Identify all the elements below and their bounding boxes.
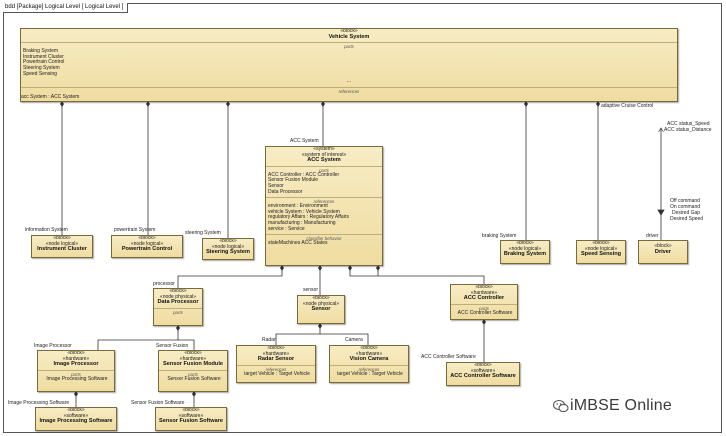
img-software-role: Image Processing Software xyxy=(8,400,70,406)
vehicle-part: Speed Sensing xyxy=(23,70,57,77)
vehicle-system-references-title: references xyxy=(338,88,360,94)
steering-system-block[interactable]: «block» «node logical» Steering System xyxy=(202,238,254,260)
acc-controller-part: ACC Controller Software xyxy=(457,309,513,316)
camera-name: Vision Camera xyxy=(349,356,389,363)
acc-system-part: Data Processor xyxy=(268,188,303,195)
image-processing-software-block[interactable]: «block» «software» Image Processing Soft… xyxy=(35,407,117,431)
vehicle-system-ellipsis: ... xyxy=(346,78,352,85)
link-radar xyxy=(275,324,321,345)
sensor-fusion-role: Sensor Fusion xyxy=(156,343,189,349)
wechat-icon xyxy=(553,399,569,413)
powertrain-control-block[interactable]: «block» «node logical» Powertrain Contro… xyxy=(111,235,183,258)
braking-role: braking System xyxy=(482,233,517,239)
adaptive-cruise-control-label: adaptive Cruise Control xyxy=(601,103,654,109)
acc-software-name: ACC Controller Software xyxy=(450,373,516,380)
acc-system-role: ACC System xyxy=(290,138,319,144)
data-processor-name: Data Processor xyxy=(157,299,199,306)
radar-name: Radar Sensor xyxy=(257,356,295,363)
diagram-canvas: bdd [Package] Logical Level [ Logical Le… xyxy=(0,0,726,436)
instrument-cluster-block[interactable]: «block» «node logical» Instrument Cluste… xyxy=(31,235,93,258)
vision-camera-block[interactable]: «block» «hardware» Vision Camera referen… xyxy=(329,345,409,383)
acc-system-ref: service : Service xyxy=(268,225,305,232)
braking-system-block[interactable]: «block» «node logical» Braking System xyxy=(500,240,550,264)
image-processor-name: Image Processor xyxy=(53,361,99,368)
acc-system-role-label: acc System : ACC System xyxy=(21,94,80,100)
flow-driver-down-arrow xyxy=(657,209,665,216)
radar-ref: target Vehicle : Target Vehicle xyxy=(244,370,310,377)
acc-system-block[interactable]: «system» «system of interest» ACC System… xyxy=(265,146,383,266)
acc-controller-block[interactable]: «block» «hardware» ACC Controller parts … xyxy=(450,284,518,320)
link-data-processor xyxy=(177,266,283,288)
acc-system-name: ACC System xyxy=(307,157,341,164)
flow-label: Desired Speed xyxy=(670,216,704,222)
instrument-cluster-name: Instrument Cluster xyxy=(37,246,87,253)
watermark-text: iMBSE Online xyxy=(570,397,672,414)
radar-sensor-block[interactable]: «block» «hardware» Radar Sensor referenc… xyxy=(236,345,316,383)
steering-name: Steering System xyxy=(206,249,250,256)
speed-sensing-name: Speed Sensing xyxy=(580,251,622,258)
acc-software-role: ACC Controller Software xyxy=(421,354,476,360)
fusion-software-role: Sensor Fusion Software xyxy=(131,400,185,406)
speed-sensing-block[interactable]: «block» «node logical» Speed Sensing xyxy=(576,240,626,264)
radar-role: Radar xyxy=(262,337,276,343)
data-processor-role: processor xyxy=(153,281,175,287)
image-processor-part: Image Processing Software xyxy=(46,375,108,382)
sensor-role: sensor xyxy=(303,287,319,293)
sensor-fusion-block[interactable]: «block» «hardware» Sensor Fusion Module … xyxy=(158,350,228,392)
fusion-software-name: Sensor Fusion Software xyxy=(158,418,224,425)
sensor-fusion-name: Sensor Fusion Module xyxy=(163,361,223,368)
sensor-block[interactable]: «block» «node physical» Sensor xyxy=(297,295,345,324)
image-processor-block[interactable]: «block» «hardware» Image Processor parts… xyxy=(37,350,115,392)
acc-controller-name: ACC Controller xyxy=(463,295,505,302)
powertrain-name: Powertrain Control xyxy=(121,246,173,253)
driver-name: Driver xyxy=(654,248,672,255)
vehicle-system-name: Vehicle System xyxy=(328,33,370,40)
data-processor-block[interactable]: «block» «node physical» Data Processor p… xyxy=(153,288,203,326)
driver-block[interactable]: «block» Driver xyxy=(638,240,688,264)
img-software-name: Image Processing Software xyxy=(39,418,113,425)
data-processor-parts-title: parts xyxy=(173,309,183,315)
acc-controller-software-block[interactable]: «block» «software» ACC Controller Softwa… xyxy=(446,362,520,386)
steering-role: steering System xyxy=(185,230,221,236)
vehicle-system-block[interactable]: «block» Vehicle System parts Braking Sys… xyxy=(20,28,678,102)
acc-system-state-machine: stateMachines ACC States xyxy=(268,240,328,247)
braking-name: Braking System xyxy=(503,251,547,258)
image-processor-role: Image Processor xyxy=(34,343,72,349)
camera-role: Camera xyxy=(345,337,363,343)
driver-role: driver xyxy=(646,233,659,239)
camera-ref: target Vehicle : Target Vehicle xyxy=(337,370,403,377)
sensor-name: Sensor xyxy=(311,306,331,313)
link-acc-controller xyxy=(349,266,485,284)
instrument-cluster-role: information System xyxy=(25,227,68,233)
sensor-fusion-part: Sensor Fusion Software xyxy=(167,375,221,382)
sensor-fusion-software-block[interactable]: «block» «software» Sensor Fusion Softwar… xyxy=(155,407,227,431)
flow-label: ACC status_Distance xyxy=(664,127,712,133)
powertrain-role: powertrain System xyxy=(114,227,156,233)
